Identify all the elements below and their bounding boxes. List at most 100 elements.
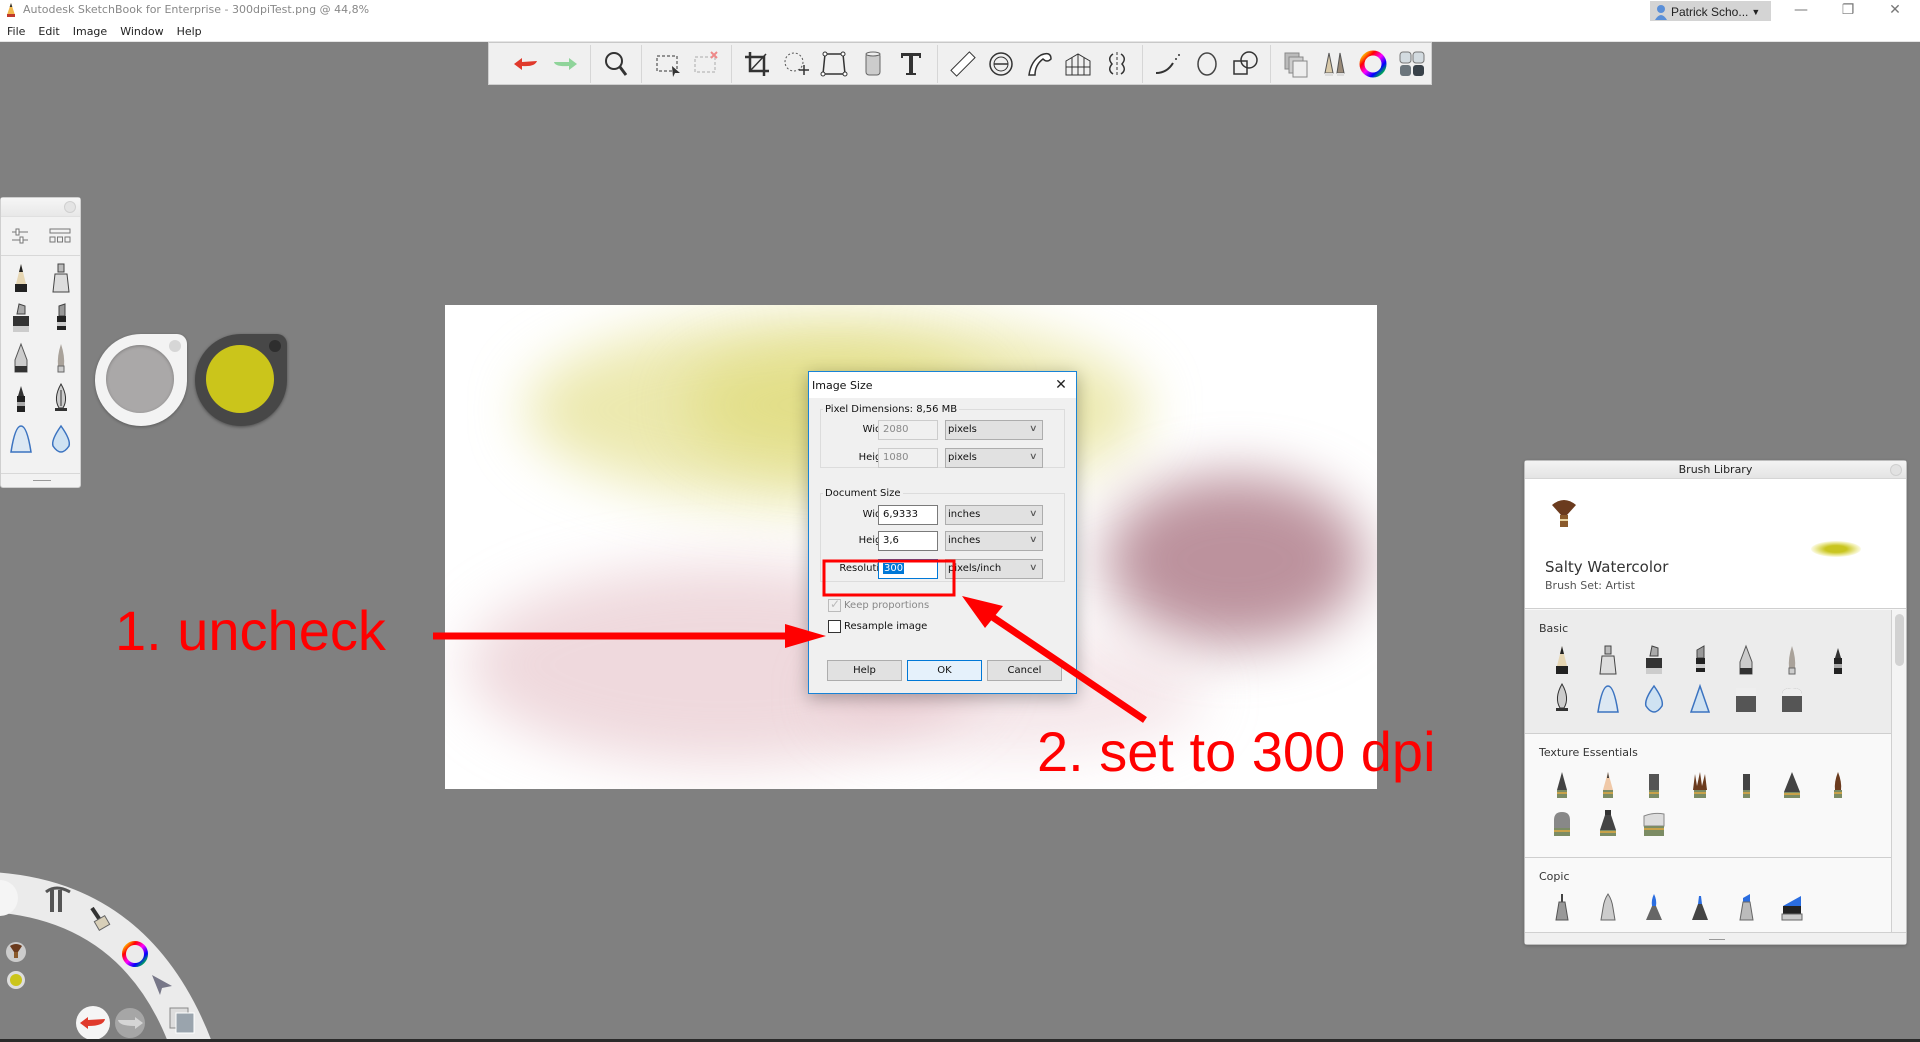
brush-item[interactable] [1585, 803, 1631, 841]
close-icon[interactable] [1890, 464, 1902, 476]
ok-button[interactable]: OK [907, 660, 982, 681]
minimize-button[interactable]: — [1786, 2, 1816, 20]
ellipse-guide-button[interactable] [984, 46, 1018, 82]
help-button[interactable]: Help [827, 660, 902, 681]
transform-button[interactable] [779, 46, 813, 82]
brush-item[interactable] [1677, 765, 1723, 803]
menu-window[interactable]: Window [120, 25, 170, 38]
brush-palette-header[interactable] [1, 198, 80, 217]
puck-toggle-dot[interactable] [169, 340, 181, 352]
user-account-button[interactable]: Patrick Scho... ▼ [1650, 1, 1771, 23]
brush-item[interactable] [1769, 765, 1815, 803]
brush-item[interactable] [1539, 641, 1585, 679]
dialog-close-button[interactable]: ✕ [1052, 376, 1070, 394]
brush-item[interactable] [1585, 889, 1631, 927]
scrollbar-thumb[interactable] [1895, 614, 1904, 666]
pixel-width-unit-select[interactable]: pixels [945, 420, 1043, 440]
brush-item[interactable] [1631, 641, 1677, 679]
doc-height-unit-select[interactable]: inches [945, 531, 1043, 551]
brush-item[interactable] [1539, 679, 1585, 717]
close-window-button[interactable]: ✕ [1880, 2, 1910, 20]
brush-item[interactable] [1585, 679, 1631, 717]
brush-item[interactable] [1677, 641, 1723, 679]
brush-item[interactable] [1723, 765, 1769, 803]
brush-library-icon[interactable] [49, 228, 71, 244]
foreground-color-puck[interactable] [195, 334, 287, 426]
zoom-button[interactable] [599, 46, 633, 82]
crop-button[interactable] [740, 46, 774, 82]
clear-selection-button[interactable] [689, 46, 723, 82]
brush-item[interactable] [1723, 889, 1769, 927]
inking-pen-icon[interactable] [47, 262, 75, 294]
brush-library-header[interactable]: Brush Library [1525, 461, 1906, 479]
brush-item[interactable] [1539, 803, 1585, 841]
layers-button[interactable] [1279, 46, 1313, 82]
brush-item[interactable] [1631, 889, 1677, 927]
brush-item[interactable] [1769, 679, 1815, 717]
distort-button[interactable] [817, 46, 851, 82]
marker-icon[interactable] [7, 302, 35, 334]
brush-item[interactable] [1723, 641, 1769, 679]
resolution-input[interactable]: 300 [878, 559, 938, 579]
brush-item[interactable] [1585, 765, 1631, 803]
airbrush-icon[interactable] [7, 422, 35, 454]
ellipse-tool-button[interactable] [1189, 46, 1223, 82]
brush-item[interactable] [1723, 679, 1769, 717]
fountain-pen-icon[interactable] [47, 382, 75, 414]
puck-toggle-dot[interactable] [269, 340, 281, 352]
dialog-title-bar[interactable]: Image Size ✕ [809, 372, 1076, 398]
triangle-airbrush-icon[interactable] [7, 462, 35, 466]
brush-item[interactable] [1631, 803, 1677, 841]
doc-height-input[interactable]: 3,6 [878, 531, 938, 551]
chisel-marker-icon[interactable] [47, 302, 75, 334]
felt-pen-icon[interactable] [7, 382, 35, 414]
brush-item[interactable] [1769, 889, 1815, 927]
resample-image-option[interactable]: Resample image [828, 620, 927, 633]
ballpoint-icon[interactable] [7, 342, 35, 374]
brush-properties-icon[interactable] [10, 226, 30, 246]
cancel-button[interactable]: Cancel [987, 660, 1062, 681]
resample-image-label[interactable]: Resample image [844, 621, 927, 632]
restore-button[interactable]: ❐ [1833, 2, 1863, 20]
brush-item[interactable] [1815, 765, 1861, 803]
ruler-button[interactable] [946, 46, 980, 82]
background-color-puck[interactable] [95, 334, 187, 426]
menu-image[interactable]: Image [73, 25, 114, 38]
close-icon[interactable] [64, 201, 76, 213]
menu-file[interactable]: File [7, 25, 32, 38]
pencil-brush-icon[interactable] [7, 262, 35, 294]
undo-button[interactable] [509, 46, 543, 82]
palette-resize-handle[interactable] [1, 473, 80, 487]
paintbrush-icon[interactable] [47, 342, 75, 374]
french-curve-button[interactable] [1022, 46, 1056, 82]
color-wheel-button[interactable] [1356, 46, 1390, 82]
redo-button[interactable] [547, 46, 581, 82]
select-button[interactable] [650, 46, 684, 82]
steady-stroke-button[interactable] [1151, 46, 1185, 82]
brush-item[interactable] [1769, 641, 1815, 679]
doc-width-input[interactable]: 6,9333 [878, 505, 938, 525]
brush-item[interactable] [1677, 889, 1723, 927]
brush-item[interactable] [1585, 641, 1631, 679]
pixel-height-unit-select[interactable]: pixels [945, 448, 1043, 468]
doc-width-unit-select[interactable]: inches [945, 505, 1043, 525]
menu-edit[interactable]: Edit [38, 25, 66, 38]
resolution-unit-select[interactable]: pixels/inch [945, 559, 1043, 579]
brush-item[interactable] [1539, 765, 1585, 803]
eraser-icon[interactable] [47, 462, 75, 466]
brush-list-scrollbar[interactable] [1891, 610, 1906, 932]
brush-item[interactable] [1631, 765, 1677, 803]
symmetry-button[interactable] [1099, 46, 1133, 82]
perspective-transform-button[interactable] [856, 46, 890, 82]
menu-help[interactable]: Help [177, 25, 209, 38]
shape-button[interactable] [1228, 46, 1262, 82]
brush-item[interactable] [1677, 679, 1723, 717]
resample-image-checkbox[interactable] [828, 620, 841, 633]
panel-resize-handle[interactable] [1525, 932, 1906, 944]
brush-item[interactable] [1539, 889, 1585, 927]
water-drop-icon[interactable] [47, 422, 75, 454]
brush-item[interactable] [1815, 641, 1861, 679]
brush-item[interactable] [1631, 679, 1677, 717]
perspective-guide-button[interactable] [1061, 46, 1095, 82]
copic-library-button[interactable] [1395, 46, 1429, 82]
